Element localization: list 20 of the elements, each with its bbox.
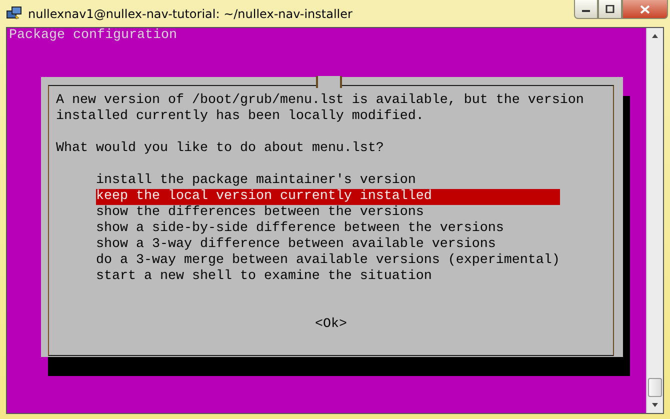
menu-option[interactable]: show a side-by-side difference between the versions	[96, 221, 560, 237]
scrollbar[interactable]	[646, 28, 663, 413]
scrollbar-thumb[interactable]	[648, 378, 662, 397]
dialog-question: What would you like to do about menu.lst?	[56, 141, 385, 157]
menu-option[interactable]: show the differences between the versions	[96, 205, 560, 221]
computer-icon	[6, 6, 22, 22]
close-icon	[640, 4, 650, 14]
terminal-header: Package configuration	[8, 28, 178, 44]
close-button[interactable]	[622, 0, 668, 19]
menu-option[interactable]: do a 3-way merge between available versions (experimental)	[96, 253, 560, 269]
menu-option[interactable]: keep the local version currently installed	[96, 189, 560, 205]
menu-option[interactable]: start a new shell to examine the situation	[96, 269, 560, 285]
window-title: nullexnav1@nullex-nav-tutorial: ~/nullex-nav-installer	[28, 6, 352, 20]
menu-option[interactable]: show a 3-way difference between available versions	[96, 237, 560, 253]
maximize-button[interactable]	[598, 0, 622, 19]
minimize-button[interactable]	[574, 0, 598, 19]
maximize-icon	[605, 5, 615, 13]
ok-button[interactable]: <Ok>	[315, 317, 347, 333]
dialog-message: A new version of /boot/grub/menu.lst is available, but the version installed currently has been locally modified.	[56, 93, 585, 125]
menu-option[interactable]: install the package maintainer's version	[96, 173, 560, 189]
